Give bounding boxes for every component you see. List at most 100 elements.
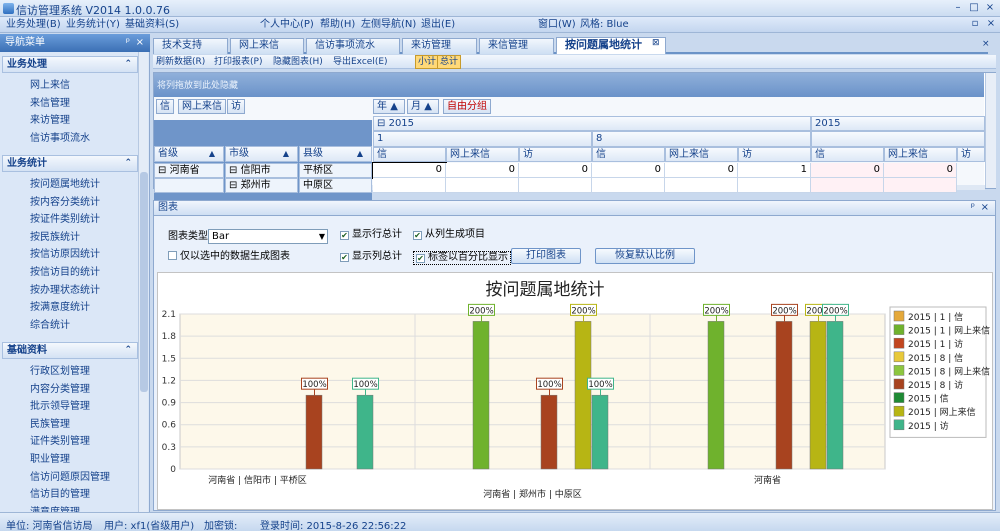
row-header-county[interactable]: 平桥区 bbox=[299, 163, 372, 178]
data-cell[interactable] bbox=[592, 178, 665, 193]
column-field-free-group[interactable]: 自由分组 bbox=[443, 99, 491, 114]
data-cell[interactable]: 0 bbox=[592, 163, 665, 178]
sidebar-scroll-thumb[interactable] bbox=[140, 172, 148, 392]
row-header-province[interactable]: ⊟ 河南省 bbox=[154, 163, 224, 178]
sidebar-item[interactable]: 按民族统计 bbox=[30, 229, 135, 246]
data-field-online[interactable]: 网上来信 bbox=[178, 99, 226, 114]
sidebar-item[interactable]: 批示领导管理 bbox=[30, 398, 135, 415]
sidebar-item[interactable]: 信访事项流水 bbox=[30, 130, 135, 147]
data-cell[interactable]: 1 bbox=[738, 163, 811, 178]
tab-online-letters[interactable]: 网上来信 bbox=[230, 38, 304, 54]
mdi-restore-icon[interactable]: ▫ bbox=[970, 18, 980, 30]
data-cell[interactable]: 0 bbox=[519, 163, 592, 178]
menu-exit[interactable]: 退出(E) bbox=[421, 18, 455, 32]
sidebar-item[interactable]: 综合统计 bbox=[30, 317, 135, 334]
row-header-city[interactable]: ⊟ 郑州市 bbox=[225, 178, 298, 193]
tab-petition-flow[interactable]: 信访事项流水 bbox=[306, 38, 400, 54]
column-field-month[interactable]: 月 ▲ bbox=[407, 99, 439, 114]
menu-base-data[interactable]: 基础资料(S) bbox=[125, 18, 179, 32]
hide-chart-button[interactable]: 隐藏图表(H) bbox=[273, 55, 323, 69]
sidebar-item[interactable]: 信访问题原因管理 bbox=[30, 469, 135, 486]
data-field-visit[interactable]: 访 bbox=[227, 99, 245, 114]
data-cell[interactable] bbox=[446, 178, 519, 193]
sidebar-item[interactable]: 按内容分类统计 bbox=[30, 194, 135, 211]
menu-left-nav[interactable]: 左侧导航(N) bbox=[361, 18, 416, 32]
sidebar-section-header[interactable]: 业务处理 ⌃ bbox=[2, 56, 138, 73]
tab-close-icon[interactable]: ⊠ bbox=[652, 38, 660, 48]
sidebar-item[interactable]: 按办理状态统计 bbox=[30, 282, 135, 299]
sidebar-item[interactable]: 证件类别管理 bbox=[30, 433, 135, 450]
sidebar-scrollbar[interactable] bbox=[138, 52, 148, 512]
checkbox-box[interactable]: ✔ bbox=[413, 231, 422, 240]
export-excel-button[interactable]: 导出Excel(E) bbox=[333, 55, 388, 69]
column-header-field[interactable]: 网上来信 bbox=[665, 147, 738, 162]
data-cell[interactable] bbox=[373, 178, 446, 193]
data-cell[interactable] bbox=[811, 178, 884, 193]
chevron-up-icon[interactable]: ⌃ bbox=[124, 57, 132, 72]
print-chart-button[interactable]: 打印图表 bbox=[511, 248, 581, 264]
sidebar-section-header[interactable]: 基础资料 ⌃ bbox=[2, 342, 138, 359]
sidebar-item[interactable]: 来信管理 bbox=[30, 95, 135, 112]
checkbox-box[interactable]: ✔ bbox=[340, 231, 349, 240]
data-cell[interactable]: 0 bbox=[446, 163, 519, 178]
sidebar-item[interactable]: 按信访原因统计 bbox=[30, 246, 135, 263]
sidebar-item[interactable]: 信访目的管理 bbox=[30, 486, 135, 503]
column-header-field[interactable]: 信 bbox=[811, 147, 884, 162]
reset-scale-button[interactable]: 恢复默认比例 bbox=[595, 248, 695, 264]
row-field-header[interactable]: 县级 ▲ bbox=[299, 146, 372, 162]
maximize-icon[interactable]: □ bbox=[969, 2, 979, 14]
data-cell[interactable] bbox=[519, 178, 592, 193]
data-cell[interactable]: 0 bbox=[811, 163, 884, 178]
sidebar-item[interactable]: 民族管理 bbox=[30, 416, 135, 433]
sidebar-item[interactable]: 按满意度统计 bbox=[30, 299, 135, 316]
collapse-icon[interactable]: ⊟ bbox=[377, 118, 385, 129]
pin-icon[interactable]: ᵖ bbox=[126, 34, 130, 52]
data-cell[interactable] bbox=[738, 178, 811, 193]
column-header-field[interactable]: 网上来信 bbox=[884, 147, 957, 162]
show-col-total-checkbox[interactable]: ✔ 显示列总计 bbox=[340, 251, 402, 263]
sidebar-item[interactable]: 按信访目的统计 bbox=[30, 264, 135, 281]
column-header-field[interactable]: 访 bbox=[519, 147, 592, 162]
tab-tech-support[interactable]: 技术支持 bbox=[153, 38, 228, 54]
sidebar-item[interactable]: 按问题属地统计 bbox=[30, 176, 135, 193]
column-header-field[interactable]: 访 bbox=[738, 147, 811, 162]
sort-icon[interactable]: ▲ bbox=[283, 147, 289, 160]
data-cell[interactable]: 0 bbox=[665, 163, 738, 178]
total-toggle[interactable]: 总计 bbox=[437, 55, 462, 69]
minimize-icon[interactable]: – bbox=[953, 2, 963, 14]
sort-icon[interactable]: ▲ bbox=[209, 147, 215, 160]
menu-window[interactable]: 窗口(W) bbox=[538, 18, 576, 32]
menu-business[interactable]: 业务处理(B) bbox=[6, 18, 61, 32]
data-cell[interactable] bbox=[665, 178, 738, 193]
data-cell[interactable]: 0 bbox=[884, 163, 957, 178]
tab-visit-management[interactable]: 来访管理 bbox=[402, 38, 477, 54]
row-header-city[interactable]: ⊟ 信阳市 bbox=[225, 163, 298, 178]
print-report-button[interactable]: 打印报表(P) bbox=[214, 55, 262, 69]
column-header-year[interactable]: ⊟ 2015 bbox=[373, 116, 811, 131]
data-cell[interactable] bbox=[884, 178, 957, 193]
sidebar-item[interactable]: 内容分类管理 bbox=[30, 381, 135, 398]
pin-icon[interactable]: ᵖ bbox=[971, 201, 975, 215]
chevron-up-icon[interactable]: ⌃ bbox=[124, 343, 132, 358]
sidebar-section-header[interactable]: 业务统计 ⌃ bbox=[2, 155, 138, 172]
chart-type-select[interactable]: Bar ▼ bbox=[208, 229, 328, 244]
sidebar-item[interactable]: 职业管理 bbox=[30, 451, 135, 468]
percent-labels-checkbox[interactable]: ✔ 标签以百分比显示 bbox=[413, 251, 511, 265]
refresh-button[interactable]: 刷新数据(R) bbox=[156, 55, 205, 69]
sidebar-close-icon[interactable]: × bbox=[136, 34, 144, 52]
collapse-icon[interactable]: ⊟ bbox=[229, 180, 237, 191]
sidebar-item[interactable]: 网上来信 bbox=[30, 77, 135, 94]
row-field-header[interactable]: 省级 ▲ bbox=[154, 146, 224, 162]
menu-help[interactable]: 帮助(H) bbox=[320, 18, 355, 32]
sidebar-item[interactable]: 按证件类别统计 bbox=[30, 211, 135, 228]
tabs-close-icon[interactable]: × bbox=[982, 39, 990, 49]
menu-personal[interactable]: 个人中心(P) bbox=[260, 18, 314, 32]
menu-statistics[interactable]: 业务统计(Y) bbox=[66, 18, 120, 32]
chevron-up-icon[interactable]: ⌃ bbox=[124, 156, 132, 171]
data-cell[interactable]: 0 bbox=[372, 162, 447, 179]
chart-panel-close-icon[interactable]: × bbox=[981, 201, 989, 215]
row-header-county[interactable]: 中原区 bbox=[299, 178, 372, 193]
checkbox-box[interactable] bbox=[168, 251, 177, 260]
column-header-field[interactable]: 信 bbox=[373, 147, 446, 162]
column-field-year[interactable]: 年 ▲ bbox=[373, 99, 405, 114]
